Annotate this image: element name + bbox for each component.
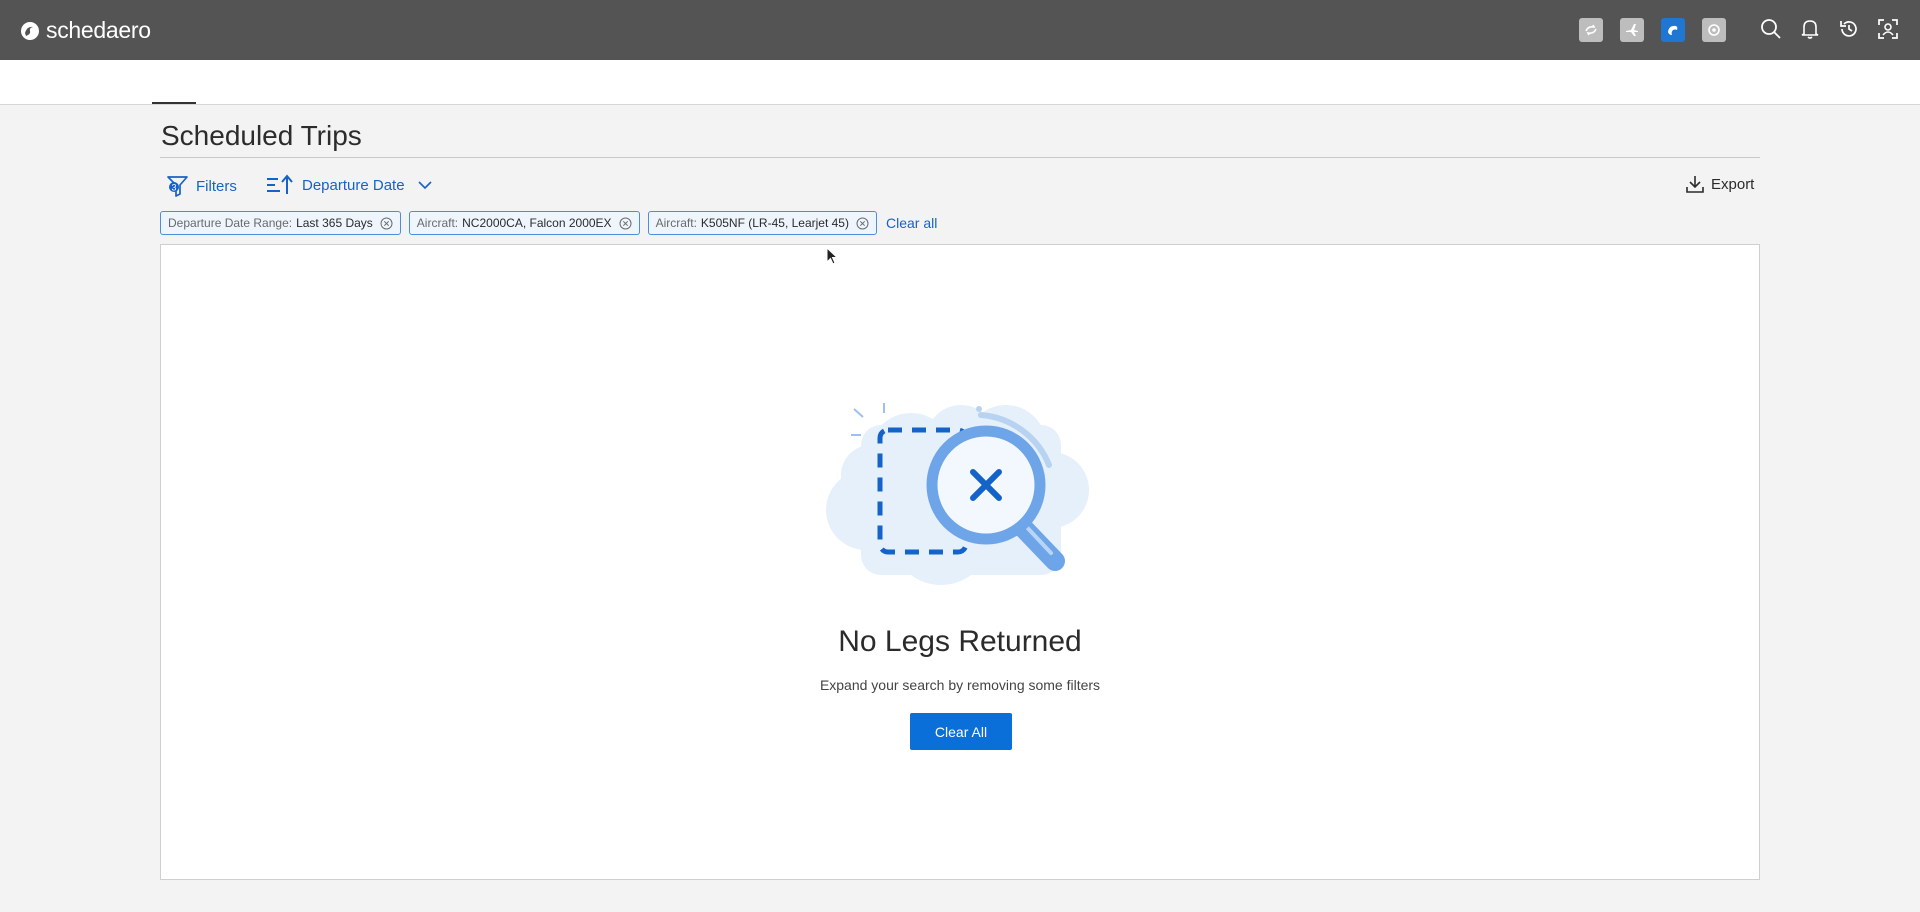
download-icon: [1686, 176, 1704, 193]
clear-all-button[interactable]: Clear All: [910, 713, 1012, 750]
bell-icon[interactable]: [1799, 17, 1821, 41]
chevron-down-icon: [417, 181, 432, 190]
remove-chip-icon[interactable]: [380, 217, 393, 230]
utility-icons: [1760, 17, 1899, 41]
chip-key: Departure Date Range:: [168, 216, 293, 230]
user-scan-icon[interactable]: [1877, 17, 1899, 41]
sort-dropdown[interactable]: Departure Date: [266, 174, 433, 196]
schedaero-app-icon[interactable]: [1661, 18, 1685, 42]
plane-icon[interactable]: [1620, 18, 1644, 42]
chip-value: Last 365 Days: [296, 216, 373, 230]
empty-state-subtitle: Expand your search by removing some filt…: [819, 677, 1101, 693]
remove-chip-icon[interactable]: [856, 217, 869, 230]
remove-chip-icon[interactable]: [619, 217, 632, 230]
sort-label: Departure Date: [302, 176, 405, 194]
chip-key: Aircraft:: [416, 216, 459, 230]
filters-label: Filters: [196, 177, 237, 195]
export-button[interactable]: Export: [1685, 174, 1754, 194]
page-title: Scheduled Trips: [161, 120, 362, 151]
chip-key: Aircraft:: [655, 216, 697, 230]
filter-icon: 3: [167, 176, 188, 197]
brand-name: schedaero: [46, 17, 151, 43]
search-icon[interactable]: [1760, 17, 1782, 41]
sub-navigation: [0, 60, 1920, 105]
app-switcher: [1579, 18, 1726, 42]
chip-value: K505NF (LR-45, Learjet 45): [700, 216, 849, 230]
filter-chip[interactable]: Aircraft: NC2000CA, Falcon 2000EX: [408, 211, 640, 235]
export-label: Export: [1711, 175, 1755, 193]
logo-icon: [21, 21, 39, 40]
mouse-cursor-icon: [826, 247, 839, 265]
empty-state-title: No Legs Returned: [838, 625, 1082, 658]
sync-icon[interactable]: [1579, 18, 1603, 42]
clear-all-link[interactable]: Clear all: [886, 215, 937, 231]
results-panel: No Legs Returned Expand your search by r…: [160, 244, 1760, 880]
active-tab-indicator: [152, 102, 196, 104]
filter-chip[interactable]: Aircraft: K505NF (LR-45, Learjet 45): [647, 211, 877, 235]
history-icon[interactable]: [1838, 17, 1860, 41]
sort-ascending-icon: [267, 174, 293, 194]
svg-text:3: 3: [171, 183, 176, 193]
active-filters: Departure Date Range: Last 365 Days Airc…: [160, 211, 937, 235]
filters-button[interactable]: 3 Filters: [166, 174, 237, 198]
top-bar: schedaero: [0, 0, 1920, 60]
divider: [160, 157, 1760, 158]
support-icon[interactable]: [1702, 18, 1726, 42]
logo[interactable]: schedaero: [20, 17, 151, 44]
no-results-illustration: [826, 403, 1089, 585]
chip-value: NC2000CA, Falcon 2000EX: [462, 216, 612, 230]
filter-chip[interactable]: Departure Date Range: Last 365 Days: [160, 211, 401, 235]
